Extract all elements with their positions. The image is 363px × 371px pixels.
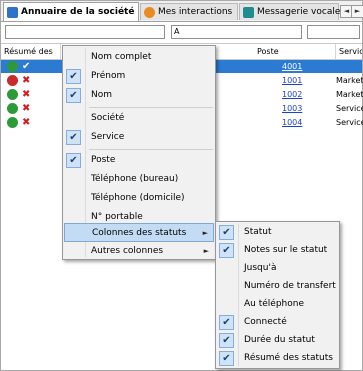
- voicemail-icon: [243, 6, 254, 18]
- column-context-menu: Nom complet ✔ Prénom ✔ Nom Société ✔ Ser…: [62, 45, 216, 260]
- service-cell: Marketi: [336, 90, 363, 99]
- tab-voicemail[interactable]: Messagerie vocale: [239, 3, 341, 20]
- submenu-item-duree-statut[interactable]: ✔ Durée du statut: [217, 331, 338, 350]
- filter-input-service[interactable]: [307, 25, 360, 39]
- menu-item-label: Colonnes des statuts: [92, 228, 187, 238]
- status-available-icon: [7, 103, 18, 114]
- menu-item-label: Téléphone (domicile): [91, 193, 185, 203]
- menu-item-colonnes-statuts[interactable]: Colonnes des statuts ►: [64, 223, 214, 242]
- checkmark-icon: ✔: [66, 88, 81, 103]
- menu-item-nom-complet[interactable]: Nom complet: [64, 48, 214, 67]
- tab-label: Annuaire de la société: [21, 7, 135, 17]
- submenu-item-au-telephone[interactable]: Au téléphone: [217, 295, 338, 314]
- submenu-arrow-icon: ►: [202, 229, 208, 237]
- column-header-resume[interactable]: Résumé des: [1, 44, 61, 59]
- submenu-arrow-icon: ►: [203, 247, 209, 255]
- poste-link[interactable]: 1003: [282, 102, 302, 115]
- checkmark-icon: ✔: [219, 351, 234, 366]
- column-header-poste[interactable]: Poste: [254, 44, 336, 59]
- menu-item-label: Autres colonnes: [91, 246, 164, 256]
- status-busy-icon: [7, 75, 18, 86]
- submenu-item-connecte[interactable]: ✔ Connecté: [217, 313, 338, 332]
- submenu-item-notes-statut[interactable]: ✔ Notes sur le statut: [217, 241, 338, 260]
- tab-interactions[interactable]: Mes interactions: [140, 3, 238, 20]
- menu-item-label: Téléphone (bureau): [91, 174, 179, 184]
- checkmark-icon: ✔: [219, 333, 234, 348]
- poste-link[interactable]: 1004: [282, 116, 302, 129]
- tab-strip: Annuaire de la société Mes interactions …: [1, 1, 363, 22]
- menu-item-autres-colonnes[interactable]: Autres colonnes ►: [64, 242, 214, 261]
- menu-separator: [89, 107, 213, 108]
- submenu-item-resume-statuts[interactable]: ✔ Résumé des statuts: [217, 349, 338, 368]
- menu-item-label: Jusqu'à: [244, 263, 277, 273]
- tab-label: Messagerie vocale: [257, 7, 341, 17]
- tab-scroll-right-button[interactable]: ►: [351, 5, 363, 18]
- submenu-item-numero-transfert[interactable]: Numéro de transfert: [217, 277, 338, 296]
- menu-item-label: Prénom: [91, 71, 126, 81]
- menu-item-label: Société: [91, 113, 125, 123]
- status-available-icon: [7, 117, 18, 128]
- connected-check-icon: ✔: [22, 61, 31, 72]
- menu-item-label: Nom: [91, 90, 113, 100]
- menu-item-label: Service: [91, 132, 125, 142]
- menu-item-label: Connecté: [244, 317, 287, 327]
- submenu-item-jusqua[interactable]: Jusqu'à: [217, 259, 338, 278]
- service-cell: Service: [336, 104, 363, 113]
- menu-item-telephone-bureau[interactable]: Téléphone (bureau): [64, 170, 214, 189]
- checkmark-icon: ✔: [219, 225, 234, 240]
- filter-input-resume[interactable]: [5, 25, 165, 39]
- menu-item-prenom[interactable]: ✔ Prénom: [64, 67, 214, 86]
- not-connected-icon: ✖: [22, 103, 31, 114]
- status-columns-submenu: ✔ Statut ✔ Notes sur le statut Jusqu'à N…: [215, 221, 340, 369]
- status-available-icon: [7, 89, 18, 100]
- menu-item-label: Durée du statut: [244, 335, 315, 345]
- menu-item-label: Résumé des statuts: [244, 353, 333, 363]
- poste-link[interactable]: 4001: [282, 60, 302, 73]
- menu-item-nom[interactable]: ✔ Nom: [64, 86, 214, 105]
- menu-item-label: Au téléphone: [244, 299, 304, 309]
- directory-window: Annuaire de la société Mes interactions …: [0, 0, 363, 371]
- checkmark-icon: ✔: [219, 315, 234, 330]
- not-connected-icon: ✖: [22, 89, 31, 100]
- checkmark-icon: ✔: [66, 130, 81, 145]
- menu-item-label: Statut: [244, 227, 272, 237]
- checkmark-icon: ✔: [66, 153, 81, 168]
- checkmark-icon: ✔: [66, 69, 81, 84]
- menu-item-label: Nom complet: [91, 52, 152, 62]
- service-cell: Marketi: [336, 76, 363, 85]
- filter-input-poste[interactable]: A: [171, 25, 302, 39]
- menu-item-label: Notes sur le statut: [244, 245, 328, 255]
- interactions-icon: [144, 6, 155, 18]
- submenu-item-statut[interactable]: ✔ Statut: [217, 223, 338, 242]
- address-book-icon: [7, 6, 18, 18]
- menu-item-service[interactable]: ✔ Service: [64, 128, 214, 147]
- menu-item-label: Numéro de transfert: [244, 281, 336, 291]
- menu-separator: [89, 149, 213, 150]
- status-available-icon: [7, 61, 18, 72]
- column-header-service[interactable]: Servic: [336, 44, 362, 59]
- menu-item-societe[interactable]: Société: [64, 109, 214, 128]
- service-cell: Service: [336, 118, 363, 127]
- poste-link[interactable]: 1002: [282, 88, 302, 101]
- poste-link[interactable]: 1001: [282, 74, 302, 87]
- menu-item-label: Poste: [91, 155, 116, 165]
- menu-item-poste[interactable]: ✔ Poste: [64, 151, 214, 170]
- checkmark-icon: ✔: [219, 243, 234, 258]
- tab-label: Mes interactions: [158, 7, 233, 17]
- tab-annuaire[interactable]: Annuaire de la société: [3, 2, 139, 21]
- menu-item-telephone-domicile[interactable]: Téléphone (domicile): [64, 189, 214, 208]
- not-connected-icon: ✖: [22, 75, 31, 86]
- not-connected-icon: ✖: [22, 117, 31, 128]
